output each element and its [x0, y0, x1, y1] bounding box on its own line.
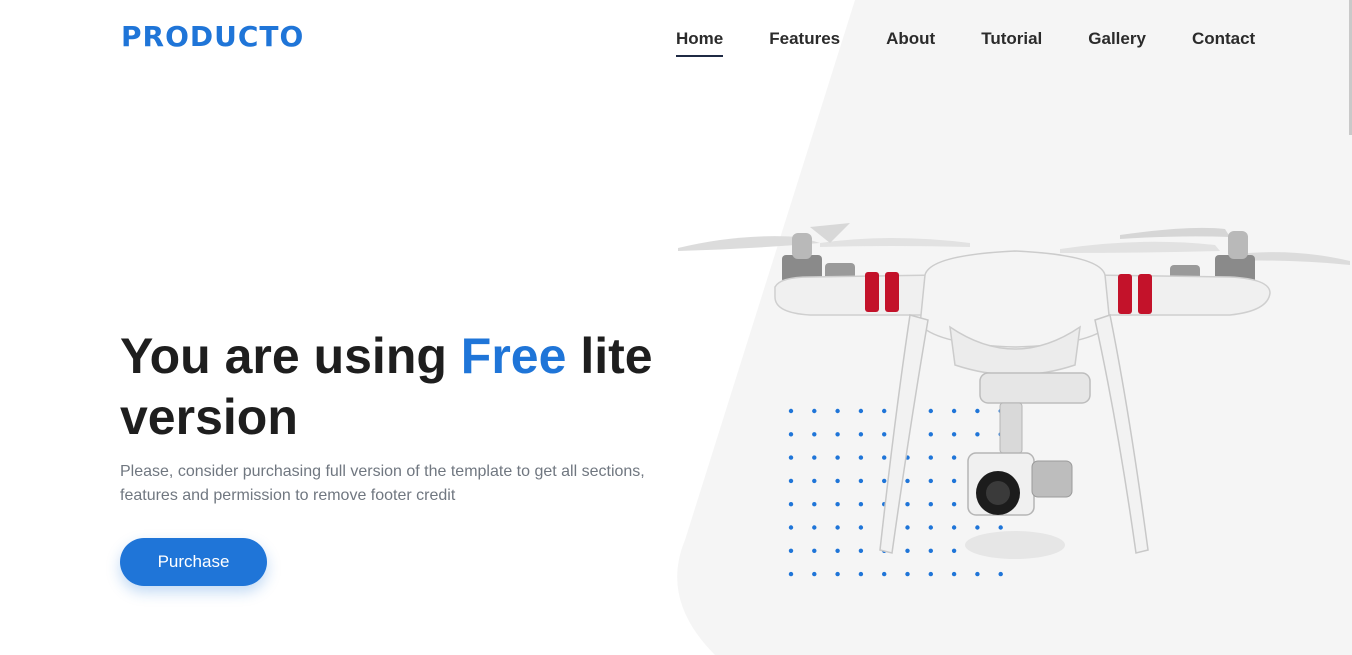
pattern-dot: [975, 571, 980, 577]
hero-title: You are using Free lite version: [120, 326, 680, 448]
pattern-dot: [812, 571, 817, 577]
nav-item-features[interactable]: Features: [769, 29, 840, 49]
brand-logo[interactable]: PRODUCTO: [121, 20, 304, 53]
nav-item-gallery[interactable]: Gallery: [1088, 29, 1146, 49]
nav-item-home[interactable]: Home: [676, 29, 724, 57]
hero-description: Please, consider purchasing full version…: [120, 463, 645, 504]
pattern-dot: [858, 571, 864, 577]
drone-icon: [678, 223, 1350, 559]
nav-item-about[interactable]: About: [886, 29, 935, 49]
nav-item-contact[interactable]: Contact: [1192, 29, 1255, 49]
pattern-dot: [835, 571, 840, 577]
hero-title-highlight: Free: [460, 328, 567, 384]
purchase-button[interactable]: Purchase: [120, 538, 267, 586]
nav-item-tutorial[interactable]: Tutorial: [981, 29, 1042, 49]
hero-title-part1: You are using: [120, 328, 461, 384]
main-nav: Home Features About Tutorial Gallery Con…: [676, 29, 1301, 57]
pattern-dot: [928, 571, 933, 577]
pattern-dot: [788, 571, 794, 577]
pattern-dot: [882, 571, 887, 577]
landing-page: PRODUCTO Home Features About Tutorial Ga…: [0, 0, 1352, 655]
pattern-dot: [905, 571, 910, 577]
pattern-dot: [951, 571, 957, 577]
pattern-dot: [998, 571, 1003, 577]
